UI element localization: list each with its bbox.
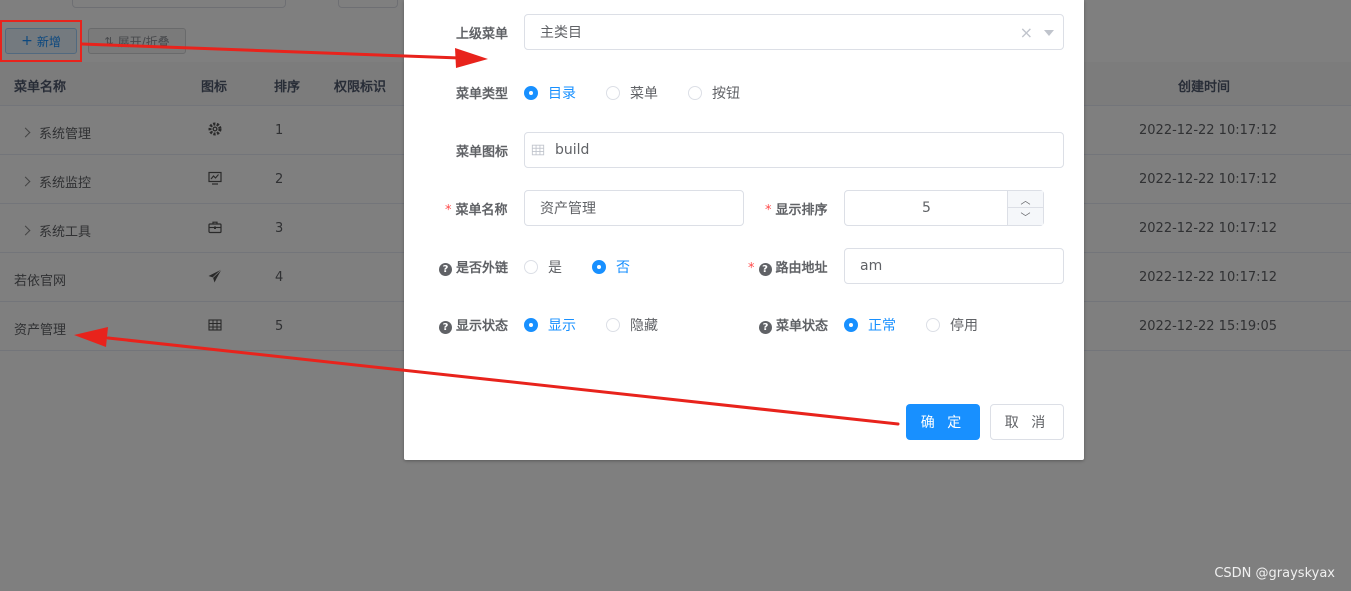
sort-label: * 显示排序: [765, 203, 828, 218]
menu-icon-input[interactable]: build: [524, 132, 1064, 168]
radio-unchecked-icon: [688, 86, 702, 100]
radio-checked-icon: [524, 86, 538, 100]
type-radio-button[interactable]: 按钮: [688, 83, 740, 103]
external-radio-no[interactable]: 否: [592, 257, 630, 277]
chevron-down-icon[interactable]: [1044, 30, 1054, 36]
menu-name-label: * 菜单名称: [445, 203, 508, 218]
parent-menu-label: 上级菜单: [456, 27, 509, 42]
route-label: *? 路由地址: [748, 261, 828, 276]
radio-unchecked-icon: [606, 86, 620, 100]
external-link-label: ? 是否外链: [439, 257, 508, 276]
menu-status-label: ? 菜单状态: [759, 315, 828, 334]
sort-value: 5: [922, 200, 931, 216]
question-icon[interactable]: ?: [439, 321, 452, 334]
add-menu-dialog: 上级菜单 主类目 × 菜单类型 目录 菜单 按钮 菜单图标 build * 菜单名…: [404, 0, 1084, 460]
confirm-button[interactable]: 确 定: [906, 404, 980, 440]
radio-unchecked-icon: [606, 318, 620, 332]
radio-checked-icon: [592, 260, 606, 274]
sort-stepper[interactable]: 5 ︿ ﹀: [844, 190, 1044, 226]
external-radio-yes[interactable]: 是: [524, 257, 562, 277]
status-radio-disabled[interactable]: 停用: [926, 315, 978, 335]
type-radio-directory[interactable]: 目录: [524, 83, 576, 103]
build-icon: [531, 144, 545, 156]
chevron-up-icon[interactable]: ︿: [1008, 191, 1043, 208]
stepper-controls: ︿ ﹀: [1007, 191, 1043, 225]
type-radio-menu[interactable]: 菜单: [606, 83, 658, 103]
radio-checked-icon: [524, 318, 538, 332]
menu-icon-label: 菜单图标: [456, 145, 509, 160]
menu-name-input[interactable]: 资产管理: [524, 190, 744, 226]
question-icon[interactable]: ?: [759, 321, 772, 334]
question-icon[interactable]: ?: [758, 263, 772, 276]
radio-checked-icon: [844, 318, 858, 332]
clear-icon[interactable]: ×: [1020, 23, 1033, 42]
visible-radio-hide[interactable]: 隐藏: [606, 315, 658, 335]
parent-menu-value: 主类目: [540, 25, 582, 41]
menu-icon-value: build: [555, 142, 590, 158]
route-value: am: [860, 258, 883, 274]
watermark: CSDN @grayskyax: [1214, 566, 1335, 581]
visible-radio-show[interactable]: 显示: [524, 315, 576, 335]
menu-name-value: 资产管理: [540, 201, 596, 217]
radio-unchecked-icon: [926, 318, 940, 332]
status-radio-normal[interactable]: 正常: [844, 315, 896, 335]
cancel-button[interactable]: 取 消: [990, 404, 1064, 440]
route-input[interactable]: am: [844, 248, 1064, 284]
menu-type-label: 菜单类型: [456, 87, 509, 102]
highlight-box: [0, 20, 82, 62]
radio-unchecked-icon: [524, 260, 538, 274]
parent-menu-select[interactable]: 主类目 ×: [524, 14, 1064, 50]
chevron-down-icon[interactable]: ﹀: [1008, 208, 1043, 225]
question-icon[interactable]: ?: [439, 263, 452, 276]
visible-label: ? 显示状态: [439, 315, 508, 334]
